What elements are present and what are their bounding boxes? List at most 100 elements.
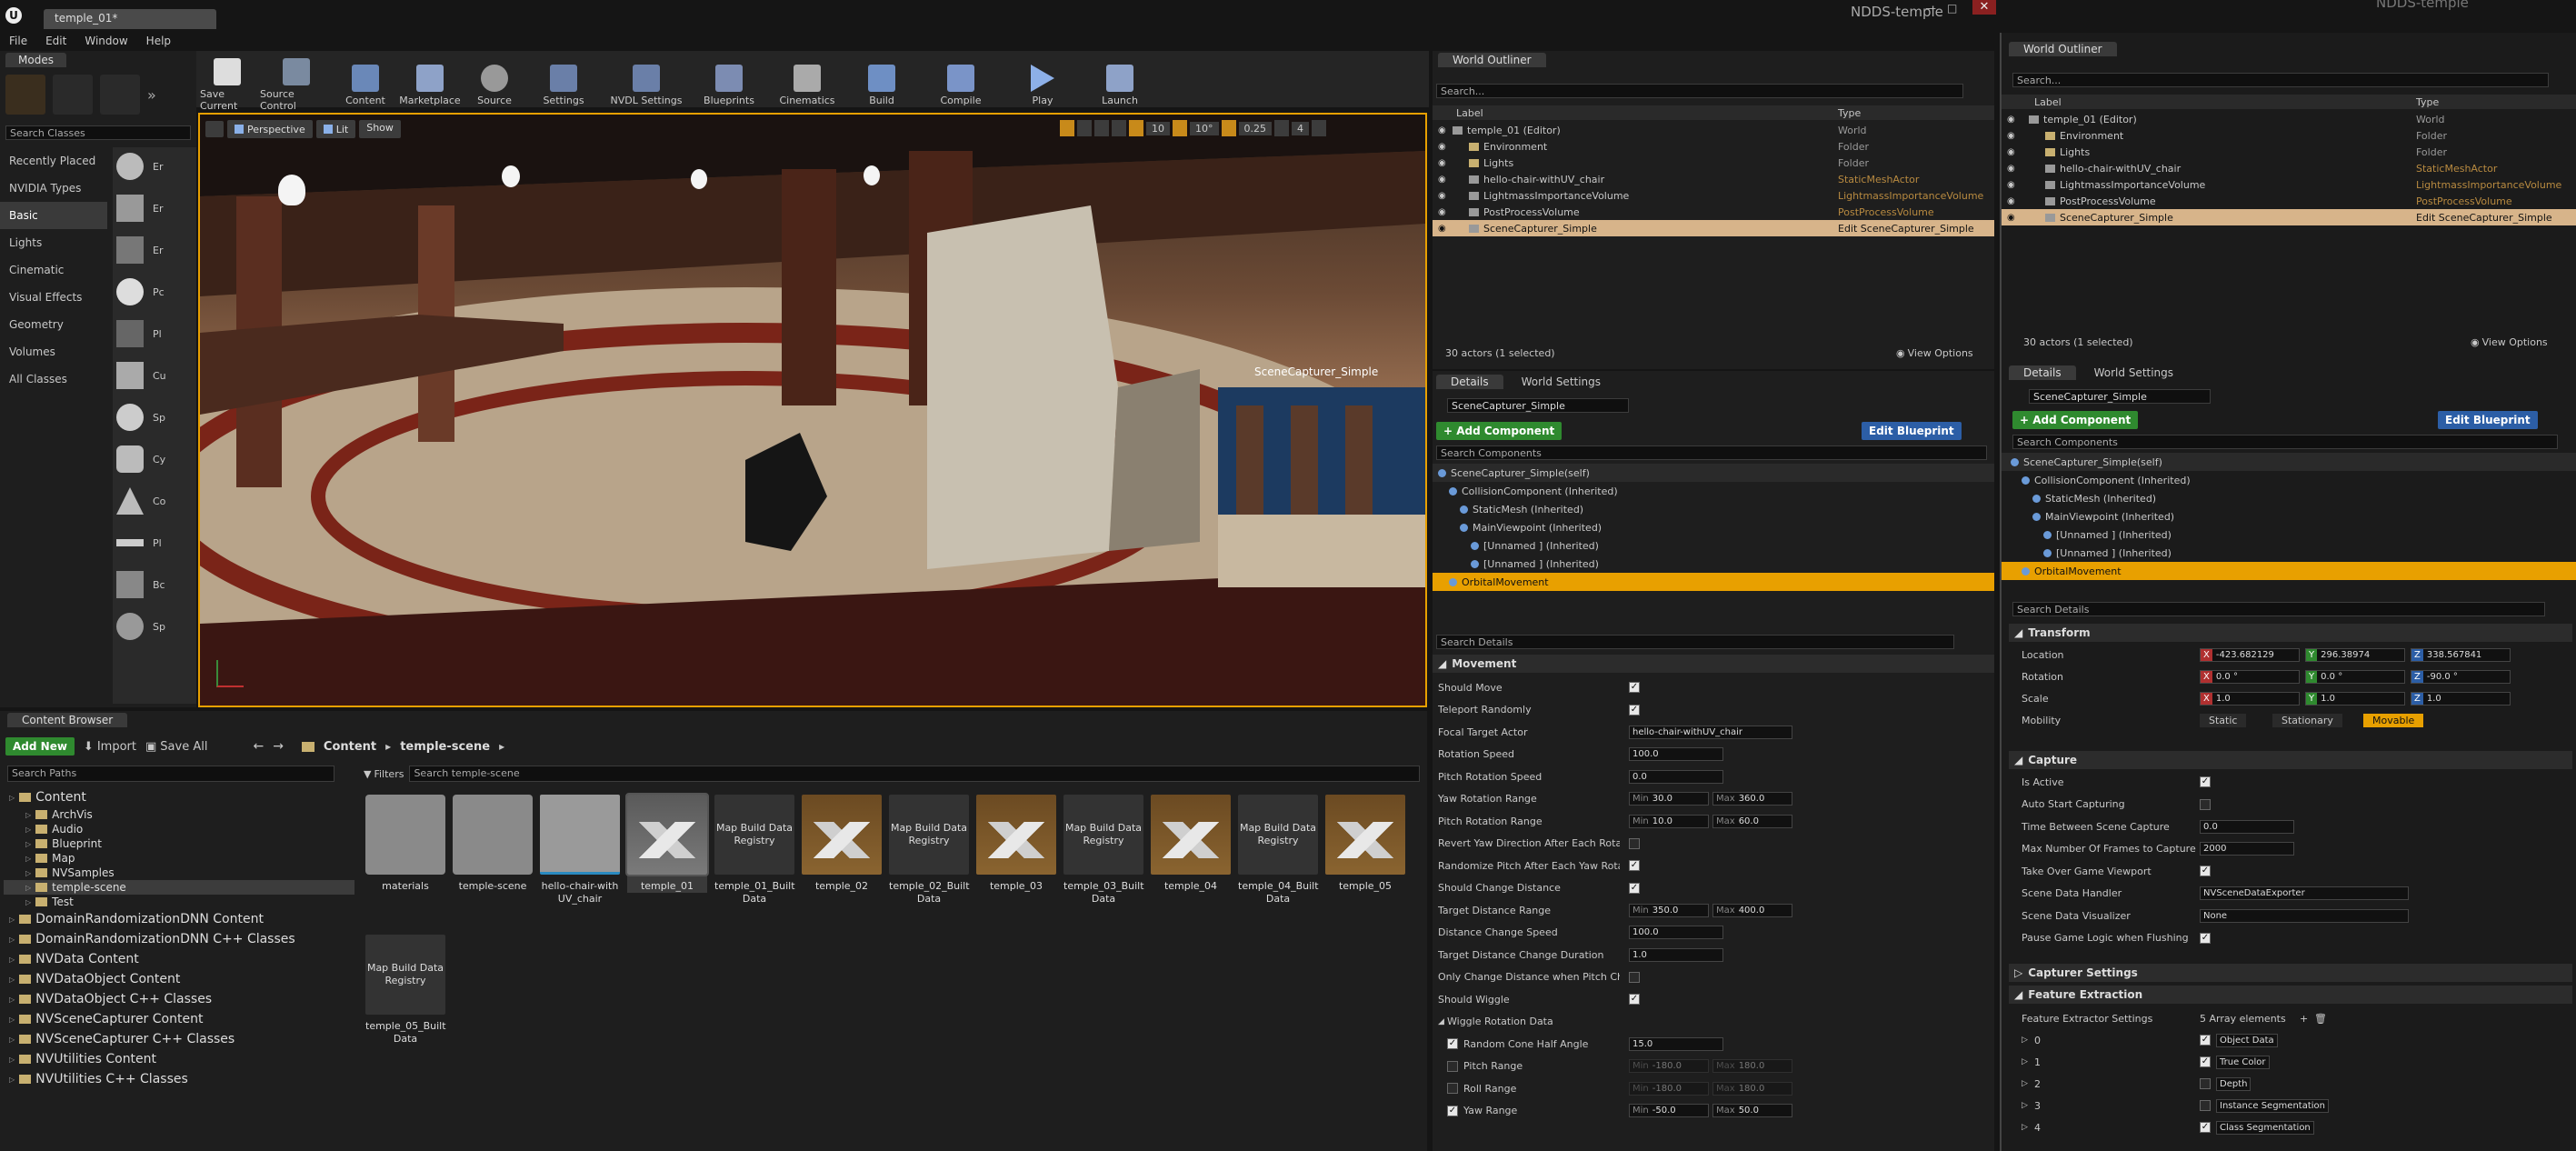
feature-checkbox[interactable]: [2200, 1078, 2211, 1089]
expand-arrow-icon[interactable]: ▷: [9, 936, 15, 944]
level-tab[interactable]: temple_01*: [44, 9, 216, 29]
outliner-search-input[interactable]: Search...: [1436, 84, 1963, 98]
place-mode-icon[interactable]: [5, 75, 45, 115]
range-min[interactable]: Min 350.0: [1629, 903, 1709, 917]
category-visual-effects[interactable]: Visual Effects: [0, 284, 107, 311]
world-settings-tab[interactable]: World Settings: [1509, 375, 1613, 389]
transform-section[interactable]: ◢ Transform: [2009, 624, 2572, 642]
outliner-row[interactable]: ◉ temple_01 (Editor) World: [2002, 111, 2576, 127]
tree-item[interactable]: ▷ Test: [4, 895, 354, 909]
outliner-row[interactable]: ◉ Lights Folder: [1433, 155, 1994, 171]
prop-checkbox[interactable]: ✓: [1447, 1105, 1458, 1116]
tree-item[interactable]: ▷ DomainRandomizationDNN C++ Classes: [4, 929, 354, 949]
right-world-settings-tab[interactable]: World Settings: [2082, 365, 2186, 380]
tree-item[interactable]: ▷ ArchVis: [4, 807, 354, 822]
capture-checkbox[interactable]: ✓: [2200, 866, 2211, 877]
rotation-y[interactable]: Y 0.0 °: [2305, 669, 2405, 684]
feature-combo[interactable]: True Color: [2216, 1055, 2270, 1069]
world-local-icon[interactable]: [1112, 120, 1126, 136]
outliner-row[interactable]: ◉ PostProcessVolume PostProcessVolume: [1433, 204, 1994, 220]
mode-item[interactable]: Pc: [116, 278, 165, 305]
feature-combo[interactable]: Depth: [2216, 1076, 2252, 1091]
scale-snap-value[interactable]: 0.25: [1238, 121, 1272, 135]
range-min[interactable]: Min 30.0: [1629, 792, 1709, 806]
rotation-label[interactable]: Rotation: [2022, 671, 2063, 683]
category-lights[interactable]: Lights: [0, 229, 107, 256]
expand-icon[interactable]: ▷: [2022, 1036, 2028, 1045]
expand-arrow-icon[interactable]: ▷: [25, 855, 31, 863]
location-x[interactable]: X -423.682129: [2200, 647, 2300, 662]
prop-checkbox[interactable]: [1447, 1060, 1458, 1072]
eye-icon[interactable]: ◉: [1438, 207, 1446, 217]
capturer-settings-section[interactable]: ▷ Capturer Settings: [2009, 964, 2572, 982]
eye-icon[interactable]: ◉: [1438, 142, 1446, 152]
prop-number[interactable]: 1.0: [1629, 947, 1723, 962]
expand-arrow-icon[interactable]: ▷: [25, 840, 31, 848]
rotation-snap-icon[interactable]: [1173, 120, 1187, 136]
actor-name-input[interactable]: SceneCapturer_Simple: [1447, 398, 1629, 413]
expand-arrow-icon[interactable]: ▷: [9, 976, 15, 984]
range-max[interactable]: Max 400.0: [1712, 903, 1792, 917]
camera-speed-value[interactable]: 4: [1292, 121, 1309, 135]
nvdl-settings-button[interactable]: NVDL Settings: [605, 64, 687, 106]
mode-item[interactable]: Pl: [116, 320, 162, 347]
tree-item[interactable]: ▷ NVUtilities Content: [4, 1049, 354, 1069]
location-z[interactable]: Z 338.567841: [2411, 647, 2511, 662]
location-label[interactable]: Location: [2022, 649, 2064, 661]
prop-checkbox[interactable]: [1447, 1083, 1458, 1095]
lit-button[interactable]: Lit: [315, 120, 356, 138]
outliner-row[interactable]: ◉ hello-chair-withUV_chair StaticMeshAct…: [2002, 160, 2576, 176]
feature-combo[interactable]: Object Data: [2216, 1033, 2278, 1047]
expand-arrow-icon[interactable]: ▷: [9, 794, 15, 802]
perspective-button[interactable]: Perspective: [227, 120, 313, 138]
range-min[interactable]: Min -180.0: [1629, 1081, 1709, 1096]
light-bulb-icon[interactable]: [502, 165, 520, 187]
grid-snap-value[interactable]: 10: [1146, 121, 1170, 135]
expand-arrow-icon[interactable]: ▷: [9, 1016, 15, 1024]
edit-blueprint-button[interactable]: Edit Blueprint: [1862, 422, 1962, 440]
outliner-row[interactable]: ◉ Environment Folder: [1433, 138, 1994, 155]
eye-icon[interactable]: ◉: [2007, 115, 2015, 125]
expand-arrow-icon[interactable]: ▷: [25, 826, 31, 834]
prop-checkbox[interactable]: ✓: [1629, 682, 1640, 694]
scale-z[interactable]: Z 1.0: [2411, 691, 2511, 706]
scale-y[interactable]: Y 1.0: [2305, 691, 2405, 706]
right-col-label[interactable]: Label: [2034, 96, 2062, 108]
view-options-button[interactable]: ◉ View Options: [1896, 347, 1973, 359]
feature-checkbox[interactable]: ✓: [2200, 1035, 2211, 1046]
expand-arrow-icon[interactable]: ▷: [9, 996, 15, 1004]
expand-arrow-icon[interactable]: ▷: [25, 884, 31, 892]
paint-mode-icon[interactable]: [53, 75, 93, 115]
feature-extraction-section[interactable]: ◢ Feature Extraction: [2009, 986, 2572, 1004]
right-search-components[interactable]: Search Components: [2012, 435, 2558, 449]
capture-number[interactable]: 0.0: [2200, 819, 2294, 834]
capture-checkbox[interactable]: [2200, 798, 2211, 810]
tree-item[interactable]: ▷ Map: [4, 851, 354, 866]
content-browser-tab[interactable]: Content Browser: [7, 713, 128, 727]
component-row[interactable]: MainViewpoint (Inherited): [1433, 518, 1994, 536]
expand-icon[interactable]: ▷: [2022, 1101, 2028, 1110]
prop-number[interactable]: 15.0: [1629, 1036, 1723, 1051]
asset-tile[interactable]: Map Build Data Registry temple_04_Built D…: [1238, 795, 1319, 906]
menu-edit[interactable]: Edit: [36, 35, 75, 47]
capture-checkbox[interactable]: ✓: [2200, 932, 2211, 944]
modes-tab[interactable]: Modes: [5, 53, 66, 67]
mode-item[interactable]: Cu: [116, 362, 166, 389]
tree-item[interactable]: ▷ NVSamples: [4, 866, 354, 880]
tree-item[interactable]: ▷ Blueprint: [4, 836, 354, 851]
feature-combo[interactable]: Class Segmentation: [2216, 1120, 2314, 1135]
right-search-details[interactable]: Search Details: [2012, 602, 2545, 616]
maximize-viewport-icon[interactable]: [1312, 120, 1326, 136]
outliner-row[interactable]: ◉ PostProcessVolume PostProcessVolume: [2002, 193, 2576, 209]
tree-item[interactable]: ▷ NVUtilities C++ Classes: [4, 1069, 354, 1089]
mode-item[interactable]: Er: [116, 195, 163, 222]
expand-icon[interactable]: ▷: [2022, 1057, 2028, 1066]
prop-number[interactable]: 100.0: [1629, 926, 1723, 940]
right-add-component-button[interactable]: + Add Component: [2012, 411, 2139, 429]
mode-item[interactable]: Er: [116, 153, 163, 180]
maximize-icon[interactable]: □: [1947, 2, 1963, 15]
focal-target-combo[interactable]: hello-chair-withUV_chair: [1629, 725, 1792, 739]
component-row[interactable]: StaticMesh (Inherited): [2002, 489, 2576, 507]
feature-checkbox[interactable]: ✓: [2200, 1056, 2211, 1067]
tree-item[interactable]: ▷ NVData Content: [4, 949, 354, 969]
